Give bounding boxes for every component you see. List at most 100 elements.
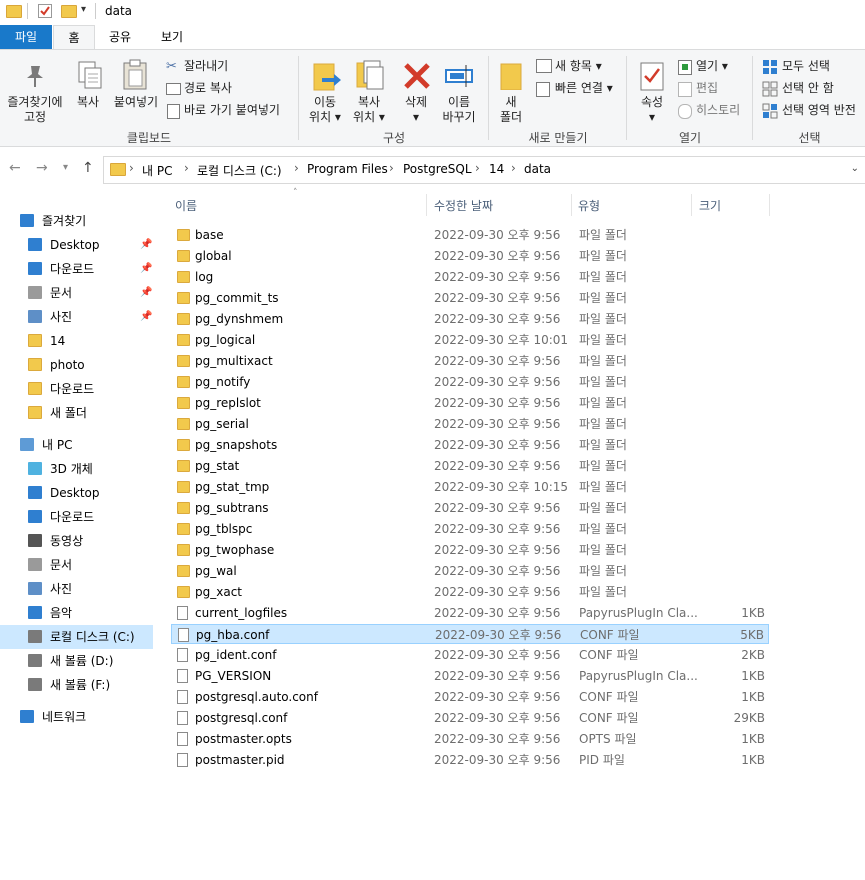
column-divider[interactable] — [571, 194, 572, 216]
breadcrumb-separator[interactable]: › — [389, 161, 394, 175]
sidebar-item[interactable]: 문서 📌 — [0, 281, 153, 305]
sidebar-item[interactable]: 새 폴더 — [0, 401, 153, 425]
sidebar-item[interactable]: 동영상 — [0, 529, 153, 553]
file-row[interactable]: log 2022-09-30 오후 9:56 파일 폴더 — [171, 267, 769, 287]
cut-button[interactable]: 잘라내기 — [184, 58, 228, 74]
file-row[interactable]: pg_xact 2022-09-30 오후 9:56 파일 폴더 — [171, 582, 769, 602]
new-folder-button[interactable]: 새 폴더 — [492, 95, 530, 125]
file-row[interactable]: pg_stat 2022-09-30 오후 9:56 파일 폴더 — [171, 456, 769, 476]
sidebar-item[interactable]: 로컬 디스크 (C:) — [0, 625, 153, 649]
sidebar-item[interactable]: 음악 — [0, 601, 153, 625]
sidebar-item[interactable]: 3D 개체 — [0, 457, 153, 481]
file-row[interactable]: pg_hba.conf 2022-09-30 오후 9:56 CONF 파일 5KB — [171, 624, 769, 644]
file-row[interactable]: pg_multixact 2022-09-30 오후 9:56 파일 폴더 — [171, 351, 769, 371]
file-row[interactable]: pg_dynshmem 2022-09-30 오후 9:56 파일 폴더 — [171, 309, 769, 329]
folder-icon[interactable] — [6, 5, 22, 18]
file-row[interactable]: global 2022-09-30 오후 9:56 파일 폴더 — [171, 246, 769, 266]
column-divider[interactable] — [426, 194, 427, 216]
file-row[interactable]: pg_commit_ts 2022-09-30 오후 9:56 파일 폴더 — [171, 288, 769, 308]
copy-path-button[interactable]: 경로 복사 — [184, 80, 232, 96]
tab-home[interactable]: 홈 — [53, 25, 95, 50]
column-header-size[interactable]: 크기 — [699, 197, 721, 214]
breadcrumb-separator[interactable]: › — [184, 161, 189, 175]
column-divider[interactable] — [769, 194, 770, 216]
breadcrumb-14[interactable]: 14 — [489, 162, 504, 176]
sidebar-item[interactable]: 문서 — [0, 553, 153, 577]
sidebar-item[interactable]: Desktop — [0, 481, 153, 505]
sidebar-item[interactable]: 14 — [0, 329, 153, 353]
copy-button[interactable]: 복사 — [70, 95, 106, 110]
file-row[interactable]: postgresql.conf 2022-09-30 오후 9:56 CONF 파일… — [171, 708, 769, 728]
new-folder-icon[interactable] — [61, 5, 77, 18]
properties-button[interactable]: 속성 ▾ — [632, 95, 672, 125]
file-row[interactable]: postmaster.opts 2022-09-30 오후 9:56 OPTS 파일… — [171, 729, 769, 749]
sidebar-item[interactable]: 새 볼륨 (F:) — [0, 673, 153, 697]
sidebar-item[interactable]: 내 PC — [0, 433, 153, 457]
column-divider[interactable] — [691, 194, 692, 216]
sidebar-item[interactable]: photo — [0, 353, 153, 377]
file-row[interactable]: pg_tblspc 2022-09-30 오후 9:56 파일 폴더 — [171, 519, 769, 539]
column-header-type[interactable]: 유형 — [578, 197, 600, 214]
sidebar-item[interactable]: 새 볼륨 (D:) — [0, 649, 153, 673]
file-row[interactable]: pg_notify 2022-09-30 오후 9:56 파일 폴더 — [171, 372, 769, 392]
column-header-name[interactable]: 이름 — [175, 197, 197, 214]
breadcrumb-separator[interactable]: › — [511, 161, 516, 175]
breadcrumb-program-files[interactable]: Program Files — [307, 162, 388, 176]
tab-view[interactable]: 보기 — [150, 25, 194, 49]
file-row[interactable]: postgresql.auto.conf 2022-09-30 오후 9:56 CO… — [171, 687, 769, 707]
breadcrumb-separator[interactable]: › — [294, 161, 299, 175]
breadcrumb-local-disk[interactable]: 로컬 디스크 (C:) — [197, 162, 282, 179]
sidebar-item[interactable]: 다운로드 — [0, 505, 153, 529]
file-row[interactable]: pg_wal 2022-09-30 오후 9:56 파일 폴더 — [171, 561, 769, 581]
forward-arrow-icon[interactable]: → — [36, 160, 48, 176]
tab-file[interactable]: 파일 — [0, 25, 52, 49]
tab-share[interactable]: 공유 — [100, 25, 140, 49]
breadcrumb-separator[interactable]: › — [475, 161, 480, 175]
sidebar-item[interactable]: 다운로드 — [0, 377, 153, 401]
new-item-button[interactable]: 새 항목 ▾ — [555, 58, 602, 74]
sidebar-item[interactable]: 다운로드 📌 — [0, 257, 153, 281]
file-row[interactable]: pg_ident.conf 2022-09-30 오후 9:56 CONF 파일 2K… — [171, 645, 769, 665]
breadcrumb-data[interactable]: data — [524, 162, 551, 176]
invert-selection-button[interactable]: 선택 영역 반전 — [782, 102, 856, 118]
sidebar-item[interactable]: 네트워크 — [0, 705, 153, 729]
delete-button[interactable]: 삭제 ▾ — [396, 95, 436, 125]
sidebar-item[interactable]: 사진 📌 — [0, 305, 153, 329]
up-arrow-icon[interactable]: ↑ — [82, 160, 94, 176]
file-row[interactable]: pg_subtrans 2022-09-30 오후 9:56 파일 폴더 — [171, 498, 769, 518]
file-row[interactable]: base 2022-09-30 오후 9:56 파일 폴더 — [171, 225, 769, 245]
file-row[interactable]: pg_serial 2022-09-30 오후 9:56 파일 폴더 — [171, 414, 769, 434]
file-row[interactable]: PG_VERSION 2022-09-30 오후 9:56 PapyrusPlugI… — [171, 666, 769, 686]
sidebar-item[interactable]: 즐겨찾기 — [0, 209, 153, 233]
copy-to-button[interactable]: 복사 위치 ▾ — [346, 95, 392, 125]
file-row[interactable]: pg_twophase 2022-09-30 오후 9:56 파일 폴더 — [171, 540, 769, 560]
file-row[interactable]: pg_replslot 2022-09-30 오후 9:56 파일 폴더 — [171, 393, 769, 413]
paste-shortcut-button[interactable]: 바로 가기 붙여넣기 — [184, 102, 280, 118]
select-all-button[interactable]: 모두 선택 — [782, 58, 830, 74]
column-header-date[interactable]: 수정한 날짜 — [434, 197, 493, 214]
open-button[interactable]: 열기 ▾ — [696, 58, 728, 74]
rename-button[interactable]: 이름 바꾸기 — [436, 95, 482, 125]
file-row[interactable]: postmaster.pid 2022-09-30 오후 9:56 PID 파일 1K… — [171, 750, 769, 770]
file-row[interactable]: pg_stat_tmp 2022-09-30 오후 10:15 파일 폴더 — [171, 477, 769, 497]
edit-button[interactable]: 편집 — [696, 80, 718, 96]
chevron-down-icon[interactable]: ▾ — [81, 4, 86, 15]
address-dropdown-chevron-icon[interactable]: ⌄ — [851, 163, 859, 174]
breadcrumb-my-pc[interactable]: 내 PC — [142, 162, 172, 179]
select-none-button[interactable]: 선택 안 함 — [782, 80, 834, 96]
paste-button[interactable]: 붙여넣기 — [110, 95, 162, 110]
file-row[interactable]: pg_snapshots 2022-09-30 오후 9:56 파일 폴더 — [171, 435, 769, 455]
sidebar-item[interactable]: Desktop 📌 — [0, 233, 153, 257]
file-row[interactable]: current_logfiles 2022-09-30 오후 9:56 Papyru… — [171, 603, 769, 623]
back-arrow-icon[interactable]: ← — [9, 160, 21, 176]
address-bar[interactable]: › 내 PC › 로컬 디스크 (C:) › Program Files › P… — [103, 156, 865, 184]
breadcrumb-separator[interactable]: › — [129, 161, 134, 175]
easy-access-button[interactable]: 빠른 연결 ▾ — [555, 80, 613, 96]
sidebar-item[interactable]: 사진 — [0, 577, 153, 601]
breadcrumb-postgresql[interactable]: PostgreSQL — [403, 162, 472, 176]
move-to-button[interactable]: 이동 위치 ▾ — [302, 95, 348, 125]
properties-check-icon[interactable] — [38, 4, 52, 18]
file-row[interactable]: pg_logical 2022-09-30 오후 10:01 파일 폴더 — [171, 330, 769, 350]
recent-locations-chevron-icon[interactable]: ▾ — [63, 162, 68, 173]
history-button[interactable]: 히스토리 — [696, 102, 740, 118]
